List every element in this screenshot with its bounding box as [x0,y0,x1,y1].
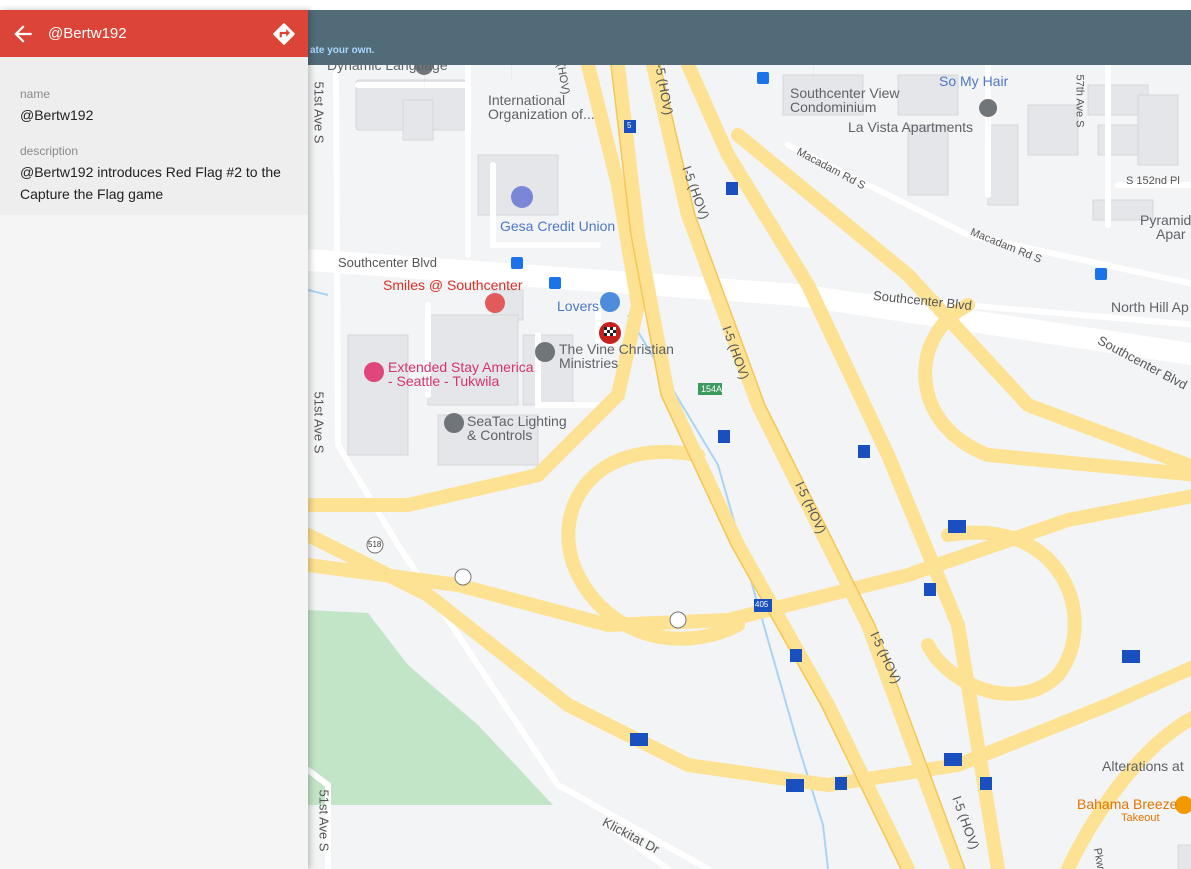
map-roads [308,65,1191,869]
sidebar-header: @Bertw192 [0,10,308,57]
poi-seatac-lighting-line2[interactable]: & Controls [467,428,532,443]
poi-dynamic-language[interactable]: Dynamic Language [327,65,448,73]
name-value: @Bertw192 [20,107,94,123]
poi-bahama-takeout: Takeout [1121,812,1160,824]
i405-shield: 405 [755,600,769,609]
sidebar-title: @Bertw192 [48,25,127,42]
poi-extended-stay-line2[interactable]: - Seattle - Tukwila [388,374,499,389]
directions-button[interactable] [271,21,297,47]
description-label: description [20,144,79,158]
road-51st-ave-top: 51st Ave S [311,81,327,144]
poi-so-my-hair[interactable]: So My Hair [939,74,1008,89]
poi-church-line2[interactable]: Ministries [559,356,618,371]
road-51st-ave-mid: 51st Ave S [311,391,327,454]
poi-la-vista[interactable]: La Vista Apartments [848,120,973,135]
poi-lovers[interactable]: Lovers [557,299,599,314]
app-header-bar [308,10,1191,65]
poi-smiles-southcenter[interactable]: Smiles @ Southcenter [383,278,523,293]
poi-gesa-credit-union[interactable]: Gesa Credit Union [500,219,615,234]
road-southcenter-blvd-left: Southcenter Blvd [338,255,438,270]
detail-card: name @Bertw192 description @Bertw192 int… [0,57,308,215]
road-51st-ave-bottom: 51st Ave S [316,789,332,852]
create-your-own-link[interactable]: ate your own. [310,45,374,56]
description-value: @Bertw192 introduces Red Flag #2 to the … [20,164,281,202]
poi-pyramid-line2[interactable]: Apar [1156,227,1186,242]
poi-north-hill[interactable]: North Hill Ap [1111,300,1189,315]
park-area [308,610,553,805]
sr518-shield: 518 [368,540,382,549]
top-strip [0,0,1191,10]
poi-southcenter-view-line2[interactable]: Condominium [790,100,876,115]
back-button[interactable] [10,21,36,47]
arrow-left-icon [14,25,32,43]
road-s-152nd-pl: S 152nd Pl [1126,175,1180,187]
directions-icon [273,23,295,45]
i5-shield: 5 [627,121,632,130]
road-57th-ave: 57th Ave S [1073,74,1086,128]
poi-intl-org-line2[interactable]: Organization of... [488,107,595,122]
detail-sidebar: @Bertw192 name @Bertw192 description @Be… [0,10,308,869]
poi-bahama-breeze[interactable]: Bahama Breeze [1077,797,1177,812]
poi-alterations[interactable]: Alterations at [1102,759,1184,774]
exit-154a-sign: 154A [701,384,723,394]
map-canvas[interactable]: Dynamic Language International Organizat… [308,65,1191,869]
name-label: name [20,87,51,101]
